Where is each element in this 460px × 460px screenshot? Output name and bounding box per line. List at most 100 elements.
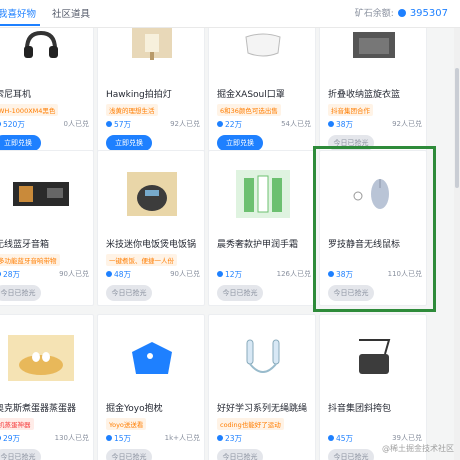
product-price: 28万 xyxy=(3,270,21,279)
product-card[interactable]: 无线蓝牙音箱 多功能蓝牙音响带物 28万 90人已兑今日已抢光 xyxy=(0,150,94,306)
redeemed-count: 39人已兑 xyxy=(392,434,422,442)
product-name[interactable]: 掘金Yoyo抱枕 xyxy=(106,401,202,414)
product-price: 23万 xyxy=(225,434,243,443)
product-price: 29万 xyxy=(3,434,21,443)
product-name[interactable]: 晨秀奢款护甲润手霜 xyxy=(217,237,313,250)
ore-icon xyxy=(106,435,112,441)
sold-out-button[interactable]: 今日已抢光 xyxy=(0,449,41,460)
price-row: 15万 1k+人已兑 xyxy=(106,433,202,445)
ore-icon xyxy=(328,121,334,127)
product-name[interactable]: 索尼耳机 xyxy=(0,87,91,100)
redeemed-count: 90人已兑 xyxy=(170,270,200,278)
tabs-bar: 我喜好物 社区道具 矿石余额: 395307 xyxy=(0,0,460,28)
tab-community-props[interactable]: 社区道具 xyxy=(52,6,90,20)
hand-cream-icon[interactable] xyxy=(227,165,299,223)
product-tag: 6和36颜色可选出售 xyxy=(217,104,281,116)
selection-highlight xyxy=(313,146,436,312)
balance-value: 395307 xyxy=(409,8,448,19)
product-name[interactable]: Hawking拍拍灯 xyxy=(106,87,202,100)
product-price: 57万 xyxy=(114,120,132,129)
product-price: 12万 xyxy=(225,270,243,279)
product-tag: 浅黄的理想生活 xyxy=(106,104,158,116)
redeemed-count: 130人已兑 xyxy=(54,434,89,442)
crossbody-bag-icon[interactable] xyxy=(338,329,410,387)
product-tag: Yoyo送送看 xyxy=(106,418,147,430)
ore-icon xyxy=(217,121,223,127)
scrollbar-thumb[interactable] xyxy=(455,68,459,188)
product-name[interactable]: 米技迷你电饭煲电饭锅 xyxy=(106,237,202,250)
jump-rope-icon[interactable] xyxy=(227,329,299,387)
product-card[interactable]: 掘金Yoyo抱枕 Yoyo送送看 15万 1k+人已兑 今日已抢光 xyxy=(97,314,205,460)
scrollbar[interactable] xyxy=(454,28,460,460)
product-tag: coding也能好了运动 xyxy=(217,418,284,430)
sold-out-button[interactable]: 今日已抢光 xyxy=(106,449,152,460)
ore-icon xyxy=(217,435,223,441)
product-name[interactable]: 好好学习系列无绳跳绳 xyxy=(217,401,313,414)
product-tag: 多功能蓝牙音响带物 xyxy=(0,254,60,266)
ore-balance: 矿石余额: 395307 xyxy=(355,6,448,19)
redeem-button[interactable]: 立即兑换 xyxy=(217,135,263,151)
redeem-button[interactable]: 立即兑换 xyxy=(106,135,152,151)
product-card[interactable]: Hawking拍拍灯 浅黄的理想生活 57万 92人已兑立即兑换 xyxy=(97,28,205,156)
price-row: 57万 92人已兑 xyxy=(106,119,202,131)
sold-out-button[interactable]: 今日已抢光 xyxy=(106,285,152,301)
watermark: @稀土掘金技术社区 xyxy=(382,444,454,453)
sold-out-button[interactable]: 今日已抢光 xyxy=(217,285,263,301)
product-tag: 一键煮饭、便捷一人份 xyxy=(106,254,177,266)
balance-label: 矿石余额: xyxy=(354,9,394,19)
price-row: 520万 0人已兑 xyxy=(0,119,91,131)
product-tag: 抖音集团合作 xyxy=(328,104,373,116)
price-row: 22万 54人已兑 xyxy=(217,119,313,131)
product-card[interactable]: 索尼耳机 WH-1000XM4黑色 520万 0人已兑立即兑换 xyxy=(0,28,94,156)
ore-icon xyxy=(0,435,1,441)
redeemed-count: 1k+人已兑 xyxy=(164,434,200,442)
product-card[interactable]: 好好学习系列无绳跳绳 coding也能好了运动 23万今日已抢光 xyxy=(208,314,316,460)
product-card[interactable]: 奥克斯煮蛋器蒸蛋器 机蒸蛋神器 29万 130人已兑今日已抢光 xyxy=(0,314,94,460)
ore-icon xyxy=(106,271,112,277)
product-card[interactable]: 米技迷你电饭煲电饭锅 一键煮饭、便捷一人份 48万 90人已兑 今日已抢光 xyxy=(97,150,205,306)
price-row: 23万 xyxy=(217,433,313,445)
redeem-button[interactable]: 立即兑换 xyxy=(0,135,41,151)
redeemed-count: 92人已兑 xyxy=(392,120,422,128)
price-row: 38万 92人已兑 xyxy=(328,119,424,131)
product-card[interactable]: 掘金XASoul口罩 6和36颜色可选出售 22万 54人已兑立即兑换 xyxy=(208,28,316,156)
ore-icon xyxy=(397,9,406,17)
ore-icon xyxy=(0,271,1,277)
product-tag: 机蒸蛋神器 xyxy=(0,418,34,430)
price-row: 29万 130人已兑 xyxy=(0,433,91,445)
ore-icon xyxy=(0,121,1,127)
product-price: 38万 xyxy=(336,120,354,129)
sold-out-button[interactable]: 今日已抢光 xyxy=(328,449,374,460)
active-tab-indicator xyxy=(0,24,40,26)
egg-steamer-icon[interactable] xyxy=(5,329,77,387)
tab-favorite-goods[interactable]: 我喜好物 xyxy=(0,6,36,20)
headphones-icon[interactable] xyxy=(5,28,77,73)
product-card[interactable]: 折叠收纳篮旋衣篮 抖音集团合作 38万 92人已兑 今日已抢光 xyxy=(319,28,427,156)
redeemed-count: 126人已兑 xyxy=(276,270,311,278)
product-card[interactable]: 抖音集团斜挎包 45万 39人已兑 今日已抢光 xyxy=(319,314,427,460)
pillow-icon[interactable] xyxy=(116,329,188,387)
speaker-icon[interactable] xyxy=(5,165,77,223)
product-name[interactable]: 抖音集团斜挎包 xyxy=(328,401,424,414)
lamp-icon[interactable] xyxy=(116,28,188,73)
ore-icon xyxy=(217,271,223,277)
product-tag: WH-1000XM4黑色 xyxy=(0,104,59,116)
product-name[interactable]: 奥克斯煮蛋器蒸蛋器 xyxy=(0,401,91,414)
mask-icon[interactable] xyxy=(227,28,299,73)
redeemed-count: 90人已兑 xyxy=(59,270,89,278)
rice-cooker-icon[interactable] xyxy=(116,165,188,223)
basket-icon[interactable] xyxy=(338,28,410,73)
ore-icon xyxy=(106,121,112,127)
product-price: 520万 xyxy=(3,120,25,129)
sold-out-button[interactable]: 今日已抢光 xyxy=(0,285,41,301)
sold-out-button[interactable]: 今日已抢光 xyxy=(217,449,263,460)
product-name[interactable]: 掘金XASoul口罩 xyxy=(217,87,313,100)
product-name[interactable]: 折叠收纳篮旋衣篮 xyxy=(328,87,424,100)
redeemed-count: 0人已兑 xyxy=(63,120,89,128)
price-row: 12万 126人已兑 xyxy=(217,269,313,281)
redeemed-count: 92人已兑 xyxy=(170,120,200,128)
price-row: 28万 90人已兑 xyxy=(0,269,91,281)
redeemed-count: 54人已兑 xyxy=(281,120,311,128)
product-name[interactable]: 无线蓝牙音箱 xyxy=(0,237,91,250)
product-card[interactable]: 晨秀奢款护甲润手霜 12万 126人已兑今日已抢光 xyxy=(208,150,316,306)
